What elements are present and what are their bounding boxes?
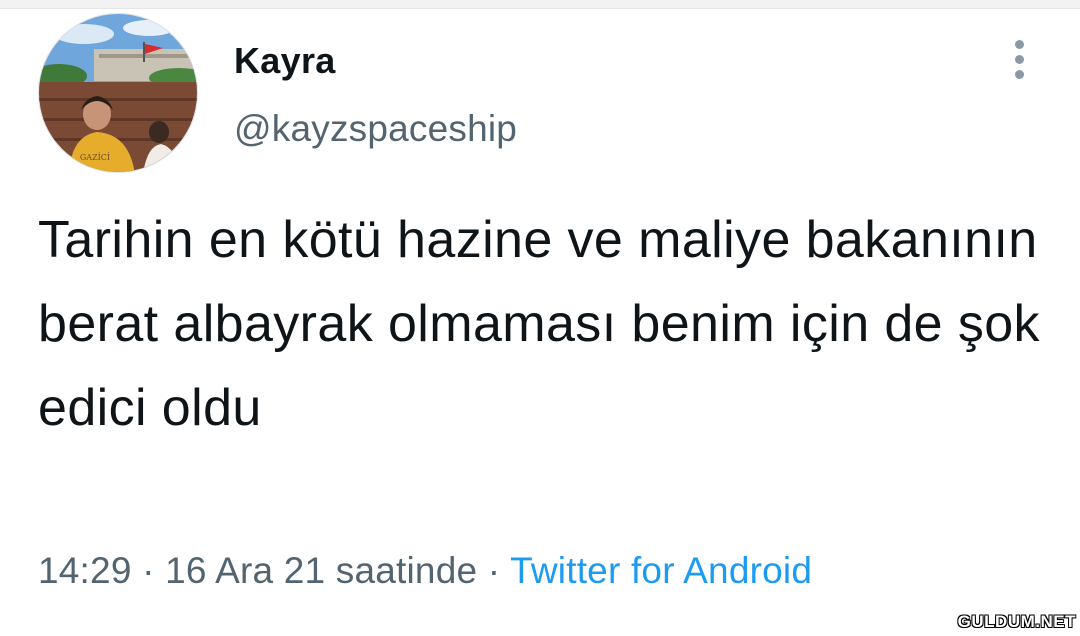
tweet-metadata: 14:29 · 16 Ara 21 saatinde · Twitter for… xyxy=(38,550,812,592)
avatar[interactable]: GAZİCİ xyxy=(38,13,198,173)
watermark: GULDUM.NET xyxy=(957,612,1076,631)
separator-dot: · xyxy=(142,550,155,591)
author-handle[interactable]: @kayzspaceship xyxy=(234,108,517,150)
tweet-source-link[interactable]: Twitter for Android xyxy=(510,550,812,591)
top-divider xyxy=(0,0,1080,9)
tweet-text: Tarihin en kötü hazine ve maliye bakanın… xyxy=(38,211,1040,437)
avatar-photo: GAZİCİ xyxy=(39,14,197,172)
vertical-ellipsis-icon xyxy=(1015,70,1024,79)
more-options-button[interactable] xyxy=(1006,38,1034,82)
svg-text:GAZİCİ: GAZİCİ xyxy=(80,153,110,162)
vertical-ellipsis-icon xyxy=(1015,40,1024,49)
vertical-ellipsis-icon xyxy=(1015,55,1024,64)
tweet-time[interactable]: 14:29 xyxy=(38,550,132,591)
tweet-date[interactable]: 16 Ara 21 saatinde xyxy=(165,550,477,591)
author-display-name[interactable]: Kayra xyxy=(234,40,336,82)
separator-dot: · xyxy=(487,550,501,591)
